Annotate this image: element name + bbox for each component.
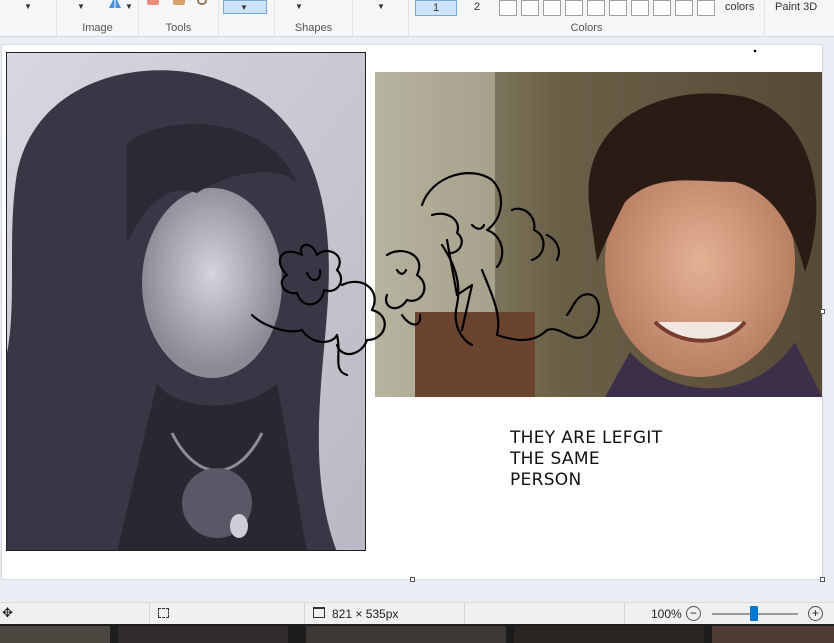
color-swatch[interactable]: [653, 0, 671, 16]
zoom-slider-thumb[interactable]: [750, 606, 758, 621]
edit-with-paint3d-button[interactable]: Paint 3D: [775, 1, 817, 13]
color-swatch[interactable]: [587, 0, 605, 16]
image-size-icon: [313, 607, 325, 618]
taskbar-previews: [0, 624, 834, 643]
edit-colors-label[interactable]: colors: [725, 1, 754, 13]
canvas-workspace: THEY ARE LEFGIT THE SAME PERSON: [0, 37, 834, 602]
shapes-dropdown-icon[interactable]: ▼: [295, 2, 303, 11]
image-group-label: Image: [82, 22, 113, 34]
brushes-button[interactable]: ▼: [223, 0, 267, 14]
selection-size-segment: [150, 603, 305, 625]
preview-thumbnail[interactable]: [0, 626, 110, 643]
status-bar: ✥ 821 × 535px 100% − +: [0, 602, 834, 625]
canvas-resize-handle-bottom[interactable]: [410, 577, 415, 582]
color-swatch[interactable]: [631, 0, 649, 16]
ribbon: ▼ ▼ ▼ Image Tools ▼ ▼ Shapes ▼ 1 2 color…: [0, 0, 834, 37]
color-swatch[interactable]: [697, 0, 715, 16]
tools-group-label: Tools: [165, 22, 192, 34]
color-1-button[interactable]: 1: [415, 0, 457, 16]
colors-group-label: Colors: [570, 22, 603, 34]
colors-group: 1 2 colors Colors: [409, 0, 765, 37]
right-photo: [375, 72, 822, 397]
image-group: ▼ ▼ Image: [57, 0, 139, 37]
color-swatch[interactable]: [565, 0, 583, 16]
brushes-group: ▼: [219, 0, 275, 37]
paint3d-group: Paint 3D: [765, 0, 834, 37]
drawing-canvas[interactable]: THEY ARE LEFGIT THE SAME PERSON: [2, 45, 825, 582]
color-swatch[interactable]: [675, 0, 693, 16]
shapes-group: ▼ Shapes: [275, 0, 353, 37]
zoom-level-text: 100%: [651, 607, 682, 621]
rotate-icon[interactable]: [107, 0, 123, 10]
caption-text: THEY ARE LEFGIT THE SAME PERSON: [510, 428, 663, 490]
size-dropdown-icon[interactable]: ▼: [377, 2, 385, 11]
preview-thumbnail[interactable]: [712, 626, 834, 643]
color-picker-icon[interactable]: [173, 0, 185, 5]
selection-icon: [158, 608, 169, 618]
color-2-button[interactable]: 2: [459, 0, 495, 16]
tools-group: Tools: [139, 0, 219, 37]
canvas-resize-handle-right[interactable]: [820, 309, 825, 314]
move-cursor-icon: ✥: [2, 605, 13, 620]
preview-thumbnail[interactable]: [118, 626, 288, 643]
color-swatch[interactable]: [499, 0, 517, 16]
color-swatch[interactable]: [609, 0, 627, 16]
file-size-segment: [465, 603, 625, 625]
size-group: ▼: [353, 0, 409, 37]
rotate-dropdown-icon[interactable]: ▼: [125, 2, 133, 11]
image-size-text: 821 × 535px: [332, 607, 399, 621]
preview-thumbnail[interactable]: [514, 626, 704, 643]
clipboard-group: ▼: [0, 0, 57, 37]
image-size-segment: 821 × 535px: [305, 603, 465, 625]
brushes-dropdown-icon: ▼: [240, 3, 248, 12]
zoom-out-button[interactable]: −: [686, 606, 701, 621]
eraser-icon[interactable]: [147, 0, 159, 5]
magnifier-icon[interactable]: [197, 0, 207, 5]
canvas-resize-handle-corner[interactable]: [820, 577, 825, 582]
select-dropdown-icon[interactable]: ▼: [77, 2, 85, 11]
color-swatch[interactable]: [543, 0, 561, 16]
paste-dropdown-icon[interactable]: ▼: [24, 2, 32, 11]
shapes-group-label: Shapes: [294, 22, 333, 34]
color-swatch[interactable]: [521, 0, 539, 16]
cursor-position-segment: ✥: [0, 603, 150, 625]
zoom-in-button[interactable]: +: [808, 606, 823, 621]
left-photo: [6, 52, 366, 551]
preview-thumbnail[interactable]: [306, 626, 506, 643]
